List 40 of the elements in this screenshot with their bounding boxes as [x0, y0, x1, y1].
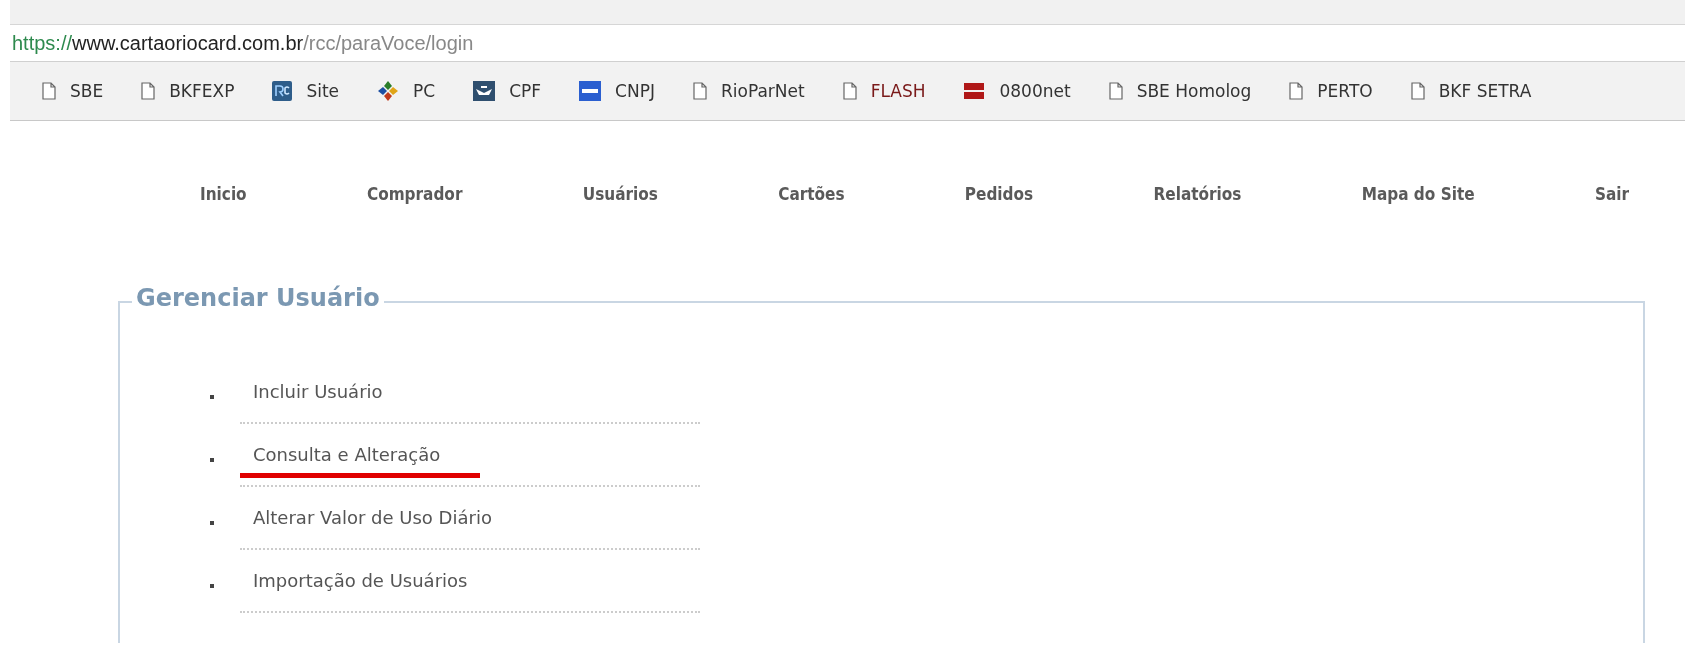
nav-link[interactable]: Usuários: [582, 184, 658, 204]
page-icon: [42, 82, 56, 100]
nav-link[interactable]: Mapa do Site: [1361, 184, 1475, 204]
menu-link[interactable]: Alterar Valor de Uso Diário: [240, 507, 492, 528]
page-icon: [1108, 82, 1123, 100]
nav-link[interactable]: Relatórios: [1153, 184, 1242, 204]
menu-link[interactable]: Incluir Usuário: [240, 381, 383, 402]
page-icon: [141, 82, 156, 100]
bookmark[interactable]: RioParNet: [692, 81, 805, 101]
nav-link[interactable]: Comprador: [366, 184, 463, 204]
nav-link[interactable]: Inicio: [200, 184, 247, 204]
bookmark[interactable]: CPF: [473, 81, 542, 101]
puzzle-icon: [377, 80, 400, 102]
page-icon: [842, 82, 857, 100]
bookmark[interactable]: PC: [377, 80, 436, 102]
badge-icon: [579, 81, 602, 101]
nav-link[interactable]: Sair: [1594, 184, 1629, 204]
page-icon: [692, 82, 707, 100]
eagle-icon: [473, 81, 496, 101]
page-icon: [1410, 82, 1425, 100]
nav-link[interactable]: Cartões: [778, 184, 845, 204]
bookmark[interactable]: BKF SETRA: [1410, 81, 1532, 101]
bookmark[interactable]: PERTO: [1289, 81, 1373, 101]
nav-link[interactable]: Pedidos: [964, 184, 1034, 204]
bookmark[interactable]: Site: [272, 81, 340, 101]
bullet-icon: [210, 584, 214, 588]
bookmark[interactable]: FLASH: [842, 81, 926, 101]
logo-icon: [272, 81, 293, 101]
menu-link[interactable]: Consulta e Alteração: [240, 444, 441, 465]
bookmark[interactable]: SBE Homolog: [1108, 81, 1252, 101]
bullet-icon: [210, 395, 214, 399]
bullet-icon: [210, 521, 214, 525]
bookmark[interactable]: 0800net: [963, 81, 1071, 101]
bookmark[interactable]: SBE: [42, 81, 104, 101]
badge-icon: [963, 82, 986, 100]
bookmark[interactable]: BKFEXP: [141, 81, 235, 101]
page-icon: [1289, 82, 1304, 100]
bookmark[interactable]: CNPJ: [579, 81, 655, 101]
bullet-icon: [210, 458, 214, 462]
menu-link[interactable]: Importação de Usuários: [240, 570, 468, 591]
